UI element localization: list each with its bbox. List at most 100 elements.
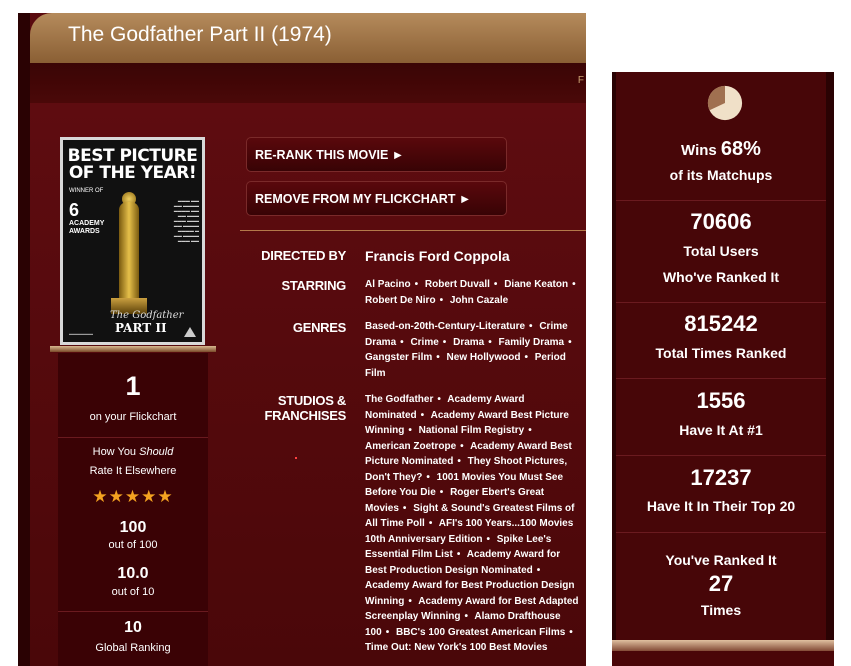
- score-out-of-100-label: out of 100: [108, 539, 158, 551]
- directed-by-label: DIRECTED BY: [261, 248, 346, 263]
- separator-dot: •: [572, 279, 576, 290]
- franchises-list: The Godfather • Academy Award Nominated • …: [365, 392, 582, 656]
- franchise-link[interactable]: American Zoetrope: [365, 441, 456, 452]
- cast-list: Al Pacino • Robert Duvall • Diane Keaton • …: [365, 277, 582, 308]
- poster-logo-bottom: PART II: [115, 321, 167, 335]
- stats-sidebar: Wins 68% of its Matchups 70606 Total Use…: [612, 72, 834, 650]
- genre-link[interactable]: Gangster Film: [365, 352, 432, 363]
- movie-panel: The Godfather Part II (1974) F BEST PICT…: [18, 13, 586, 666]
- separator-dot: •: [385, 626, 390, 638]
- movie-poster[interactable]: BEST PICTURE OF THE YEAR! WINNER OF 6 AC…: [60, 137, 205, 345]
- oscar-statue-icon: [119, 202, 139, 302]
- separator-dot: •: [408, 595, 412, 607]
- subnav-clipped-item[interactable]: F: [578, 75, 584, 86]
- star-rating-icons: ★★★★★: [92, 487, 174, 506]
- movie-title: The Godfather Part II (1974): [68, 23, 332, 46]
- separator-dot: •: [420, 409, 425, 421]
- you-ranked-suffix: Times: [700, 602, 742, 618]
- separator-dot: •: [486, 533, 490, 545]
- separator-dot: •: [414, 279, 419, 290]
- separator-dot: •: [426, 471, 430, 483]
- win-percentage-pie-chart: [707, 85, 743, 121]
- separator-dot: •: [408, 425, 412, 436]
- genre-link[interactable]: Based-on-20th-Century-Literature: [365, 321, 525, 332]
- separator-dot: •: [493, 279, 498, 290]
- separator-dot: •: [402, 502, 407, 514]
- flickchart-rank: 1: [125, 371, 141, 401]
- studios-label: STUDIOS & FRANCHISES: [264, 393, 346, 423]
- cast-member-link[interactable]: Robert De Niro: [365, 295, 436, 306]
- global-ranking: 10: [124, 619, 142, 636]
- genre-link[interactable]: Drama: [453, 337, 484, 348]
- should-rate-subheading: Rate It Elsewhere: [89, 465, 177, 477]
- top20-count: 17237: [690, 465, 752, 490]
- top20-label: Have It In Their Top 20: [646, 498, 796, 514]
- poster-award-count: 6: [69, 200, 80, 220]
- genre-link[interactable]: New Hollywood: [447, 352, 521, 363]
- poster-winner-of: WINNER OF: [69, 188, 104, 194]
- global-ranking-label: Global Ranking: [95, 642, 171, 654]
- rank-box: 1 on your Flickchart How You Should Rate…: [58, 353, 208, 666]
- franchise-link[interactable]: The Godfather: [365, 394, 433, 405]
- sub-navigation-bar: F: [30, 63, 586, 103]
- rerank-movie-button[interactable]: RE-RANK THIS MOVIE ►: [246, 137, 507, 172]
- separator-dot: •: [460, 440, 464, 452]
- total-users-label-2: Who've Ranked It: [662, 269, 780, 285]
- you-ranked-label: You've Ranked It: [665, 552, 777, 568]
- ranked-at-one-count: 1556: [696, 388, 746, 413]
- director-link[interactable]: Francis Ford Coppola: [365, 248, 582, 264]
- win-rate: Wins 68%: [681, 138, 761, 160]
- separator-dot: •: [400, 336, 404, 348]
- separator-dot: •: [442, 336, 447, 348]
- movie-content: BEST PICTURE OF THE YEAR! WINNER OF 6 AC…: [30, 103, 586, 666]
- cast-member-link[interactable]: John Cazale: [450, 295, 508, 306]
- you-ranked-count: 27: [708, 571, 734, 596]
- poster-credits-block: ▬▬▬ ▬▬ ▬▬ ▬▬▬▬ ▬▬▬▬ ▬▬ ▬▬ ▬▬▬ ▬▬▬ ▬▬▬ ▬▬ ▬▬▬▬…: [173, 198, 199, 243]
- title-bar: The Godfather Part II (1974): [30, 13, 586, 63]
- total-times-ranked-label: Total Times Ranked: [655, 345, 787, 361]
- separator-dot: •: [456, 549, 461, 560]
- panel-left-edge: [18, 13, 30, 666]
- ranked-at-one-label: Have It At #1: [679, 422, 763, 438]
- genre-link[interactable]: Crime: [410, 337, 438, 348]
- decorative-dot: [295, 457, 297, 459]
- score-out-of-10-label: out of 10: [111, 586, 155, 598]
- separator-dot: •: [488, 336, 492, 348]
- separator-dot: •: [569, 626, 573, 638]
- info-divider: [240, 230, 586, 231]
- franchise-link[interactable]: Time Out: New York's 100 Best Movies: [365, 642, 547, 653]
- cast-member-link[interactable]: Robert Duvall: [425, 279, 490, 290]
- separator-dot: •: [524, 352, 528, 363]
- separator-dot: •: [439, 294, 444, 306]
- separator-dot: •: [528, 425, 532, 436]
- genre-link[interactable]: Family Drama: [499, 337, 565, 348]
- score-out-of-100: 100: [119, 519, 147, 536]
- remove-from-flickchart-button[interactable]: REMOVE FROM MY FLICKCHART ►: [246, 181, 507, 216]
- divider: [58, 611, 208, 612]
- separator-dot: •: [457, 456, 461, 467]
- divider: [58, 437, 208, 438]
- franchise-link[interactable]: BBC's 100 Greatest American Films: [396, 627, 565, 638]
- win-rate-label: of its Matchups: [669, 167, 773, 183]
- starring-label: STARRING: [281, 278, 346, 293]
- separator-dot: •: [529, 321, 533, 332]
- cast-member-link[interactable]: Diane Keaton: [504, 279, 568, 290]
- poster-awards-label: ACADEMY AWARDS: [69, 220, 105, 235]
- total-users-label-1: Total Users: [683, 243, 759, 259]
- poster-shelf: [50, 346, 216, 352]
- separator-dot: •: [436, 352, 440, 363]
- poster-footer-mark: ▬▬▬▬▬▬: [69, 331, 93, 336]
- paramount-logo-icon: [184, 327, 196, 337]
- cast-member-link[interactable]: Al Pacino: [365, 279, 411, 290]
- score-out-of-10: 10.0: [117, 565, 149, 582]
- flickchart-rank-label: on your Flickchart: [89, 411, 177, 423]
- separator-dot: •: [536, 564, 541, 576]
- separator-dot: •: [437, 394, 441, 405]
- total-users-count: 70606: [690, 209, 752, 234]
- separator-dot: •: [428, 518, 433, 529]
- should-rate-heading: How You Should: [92, 446, 174, 458]
- separator-dot: •: [568, 336, 572, 348]
- franchise-link[interactable]: National Film Registry: [419, 425, 525, 436]
- total-times-ranked-count: 815242: [684, 311, 758, 336]
- poster-headline: BEST PICTURE OF THE YEAR!: [67, 146, 198, 183]
